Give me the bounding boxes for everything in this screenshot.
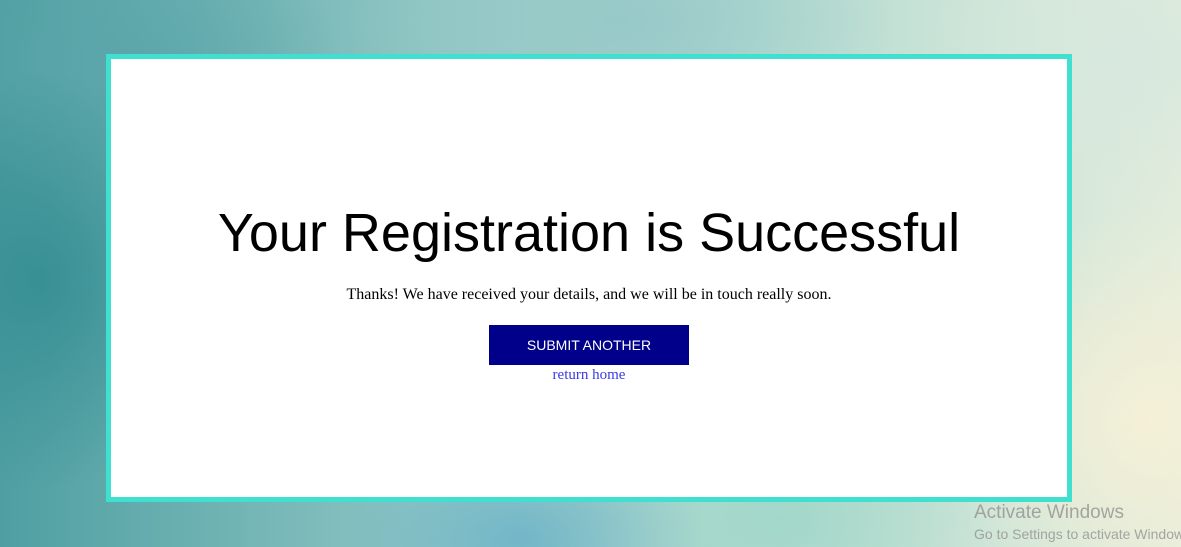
page-title: Your Registration is Successful bbox=[217, 203, 961, 263]
activate-windows-watermark: Activate Windows Go to Settings to activ… bbox=[974, 502, 1181, 544]
confirmation-message: Thanks! We have received your details, a… bbox=[346, 286, 832, 303]
submit-another-button[interactable]: SUBMIT ANOTHER bbox=[489, 325, 689, 365]
success-content: Your Registration is Successful Thanks! … bbox=[111, 201, 1067, 384]
watermark-title: Activate Windows bbox=[974, 502, 1124, 523]
registration-success-card: Your Registration is Successful Thanks! … bbox=[106, 54, 1072, 502]
return-home-link[interactable]: return home bbox=[553, 366, 626, 384]
watermark-subtitle: Go to Settings to activate Windows. bbox=[974, 526, 1181, 542]
